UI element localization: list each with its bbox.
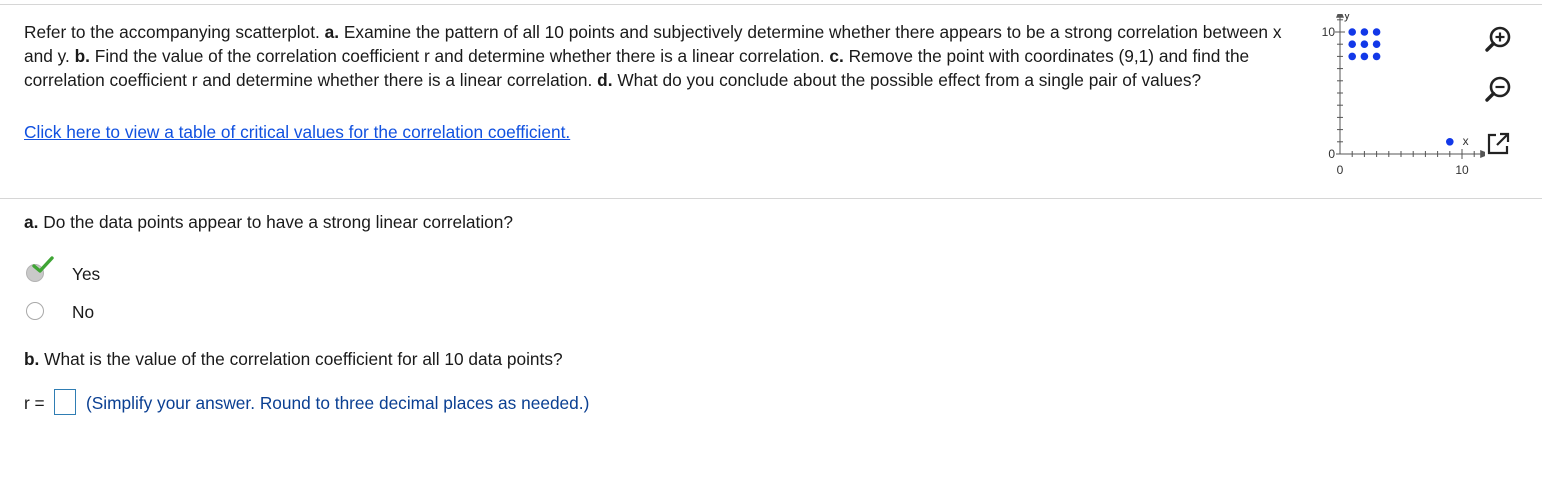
critical-values-link[interactable]: Click here to view a table of critical v… [24, 120, 570, 144]
part-a-label: a. [324, 22, 340, 42]
question-b-label: b. [24, 349, 40, 369]
y-axis-arrow [1336, 14, 1344, 18]
answer-hint: (Simplify your answer. Round to three de… [86, 393, 590, 413]
top-divider [0, 4, 1542, 5]
y-tick-label-0: 0 [1328, 147, 1335, 161]
part-b-label: b. [74, 46, 90, 66]
zoom-out-icon[interactable] [1480, 72, 1516, 108]
data-point [1372, 40, 1381, 48]
question-a-label: a. [24, 212, 39, 232]
data-point [1372, 52, 1381, 61]
question-a-text: Do the data points appear to have a stro… [43, 212, 514, 232]
x-tick-label-10: 10 [1455, 163, 1469, 177]
y-axis-label: y [1344, 14, 1350, 22]
question-b-text: What is the value of the correlation coe… [44, 349, 563, 369]
question-b: b. What is the value of the correlation … [24, 348, 563, 370]
part-d-text: What do you conclude about the possible … [617, 70, 1202, 90]
r-prefix: r = [24, 393, 45, 413]
zoom-in-icon[interactable] [1480, 22, 1516, 58]
data-point [1348, 52, 1356, 61]
external-window-icon[interactable] [1480, 126, 1516, 162]
data-point [1348, 28, 1356, 36]
question-a: a. Do the data points appear to have a s… [24, 211, 513, 233]
x-tick-label-0: 0 [1337, 163, 1344, 177]
part-d-label: d. [597, 70, 613, 90]
data-point [1360, 40, 1369, 48]
data-point [1360, 28, 1369, 36]
data-point [1360, 52, 1369, 61]
problem-intro: Refer to the accompanying scatterplot. [24, 22, 320, 42]
section-divider [0, 198, 1542, 199]
checkmark-icon [32, 256, 54, 273]
option-yes-label: Yes [72, 264, 101, 284]
option-yes[interactable]: Yes [26, 256, 226, 288]
data-point [1348, 40, 1356, 48]
r-answer-input[interactable] [54, 389, 76, 415]
data-point [1372, 28, 1381, 36]
x-axis-label: x [1463, 134, 1469, 148]
option-no[interactable]: No [26, 300, 226, 326]
data-point [1446, 138, 1454, 146]
option-no-label: No [72, 302, 95, 322]
y-tick-label-10: 10 [1322, 25, 1336, 39]
scatterplot: 0 10 0 10 x y [1322, 14, 1485, 177]
radio-no[interactable] [26, 302, 44, 320]
part-b-text: Find the value of the correlation coeffi… [94, 46, 825, 66]
part-c-label: c. [829, 46, 844, 66]
problem-statement: Refer to the accompanying scatterplot. a… [24, 20, 1309, 92]
